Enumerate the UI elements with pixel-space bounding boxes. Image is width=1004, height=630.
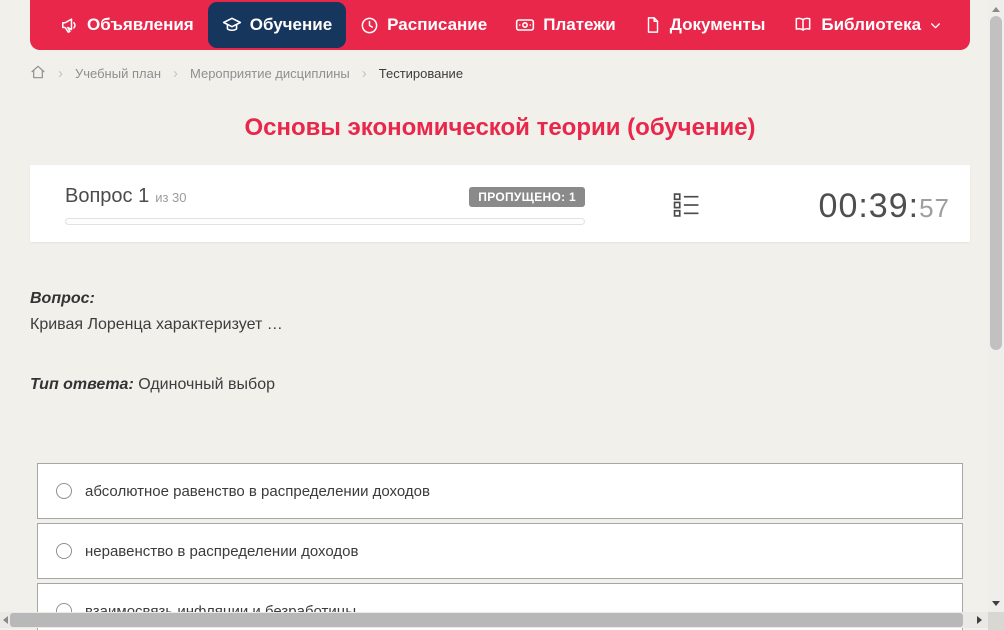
skipped-badge: ПРОПУЩЕНО: 1	[469, 186, 585, 207]
answer-type-label: Тип ответа:	[30, 376, 134, 393]
breadcrumb-separator: ›	[361, 64, 367, 82]
document-icon	[644, 16, 662, 34]
scroll-left-arrow[interactable]	[3, 616, 8, 624]
countdown-timer: 00:39: 57	[819, 187, 950, 226]
question-heading: Вопрос:	[30, 290, 95, 307]
nav-item-label: Документы	[669, 15, 766, 34]
nav-item-label: Библиотека	[821, 15, 922, 34]
timer-minutes: 00:39:	[818, 187, 920, 225]
radio-button[interactable]	[56, 543, 72, 559]
question-list-button[interactable]	[673, 191, 700, 223]
nav-item-label: Обучение	[249, 15, 333, 34]
nav-item-library[interactable]: Библиотека	[779, 5, 956, 45]
question-body: Вопрос: Кривая Лоренца характеризует … Т…	[30, 290, 964, 394]
book-icon	[793, 15, 813, 35]
nav-item-label: Объявления	[87, 15, 194, 34]
breadcrumb-separator: ›	[58, 64, 63, 82]
vertical-scrollbar-thumb[interactable]	[990, 16, 1002, 350]
nav-item-training[interactable]: Обучение	[207, 2, 347, 48]
timer-seconds: 57	[919, 193, 950, 223]
breadcrumb: › Учебный план › Мероприятие дисциплины …	[30, 62, 463, 84]
page-title: Основы экономической теории (обучение)	[244, 114, 756, 141]
clock-icon	[360, 16, 379, 35]
megaphone-icon	[60, 16, 79, 35]
scroll-down-arrow[interactable]	[992, 601, 1000, 606]
nav-item-label: Расписание	[387, 15, 488, 34]
graduation-cap-icon	[222, 15, 242, 35]
nav-item-payments[interactable]: Платежи	[501, 5, 630, 45]
breadcrumb-item-discipline-event[interactable]: Мероприятие дисциплины	[190, 66, 350, 81]
scrollbar-corner	[988, 612, 1004, 630]
answer-option-label: абсолютное равенство в распределении дох…	[85, 482, 430, 500]
answer-option-1[interactable]: абсолютное равенство в распределении дох…	[37, 463, 963, 519]
question-number: Вопрос 1	[65, 185, 150, 207]
breadcrumb-separator: ›	[173, 64, 178, 82]
answer-option-2[interactable]: неравенство в распределении доходов	[37, 523, 963, 579]
question-progress-block: Вопрос 1 из 30 ПРОПУЩЕНО: 1	[65, 185, 585, 225]
answer-type-row: Тип ответа: Одиночный выбор	[30, 376, 964, 394]
nav-item-documents[interactable]: Документы	[630, 5, 780, 45]
nav-item-schedule[interactable]: Расписание	[346, 5, 501, 45]
banknote-icon	[515, 15, 535, 35]
horizontal-scrollbar-thumb[interactable]	[10, 613, 963, 627]
breadcrumb-item-testing: Тестирование	[378, 65, 464, 81]
vertical-scrollbar[interactable]	[988, 0, 1004, 612]
chevron-down-icon	[929, 19, 942, 32]
answer-options: абсолютное равенство в распределении дох…	[37, 463, 963, 630]
nav-item-announcements[interactable]: Объявления	[46, 5, 208, 45]
question-panel: Вопрос 1 из 30 ПРОПУЩЕНО: 1 00:39: 57	[30, 165, 970, 242]
question-list-icon	[673, 193, 700, 222]
answer-type-value: Одиночный выбор	[138, 376, 275, 393]
top-navbar: Объявления Обучение Расписание Платежи Д…	[30, 0, 970, 50]
home-icon[interactable]	[30, 64, 46, 83]
answer-option-label: неравенство в распределении доходов	[85, 542, 359, 560]
nav-item-label: Платежи	[543, 15, 616, 34]
progress-bar	[65, 218, 585, 225]
radio-button[interactable]	[56, 483, 72, 499]
horizontal-scrollbar[interactable]	[0, 612, 988, 628]
question-counter: Вопрос 1 из 30	[65, 185, 187, 208]
scroll-right-arrow[interactable]	[977, 616, 982, 624]
question-total: из 30	[155, 190, 187, 205]
breadcrumb-item-curriculum[interactable]: Учебный план	[75, 66, 161, 81]
question-text: Кривая Лоренца характеризует …	[30, 316, 283, 333]
scroll-up-arrow[interactable]	[992, 7, 1000, 12]
